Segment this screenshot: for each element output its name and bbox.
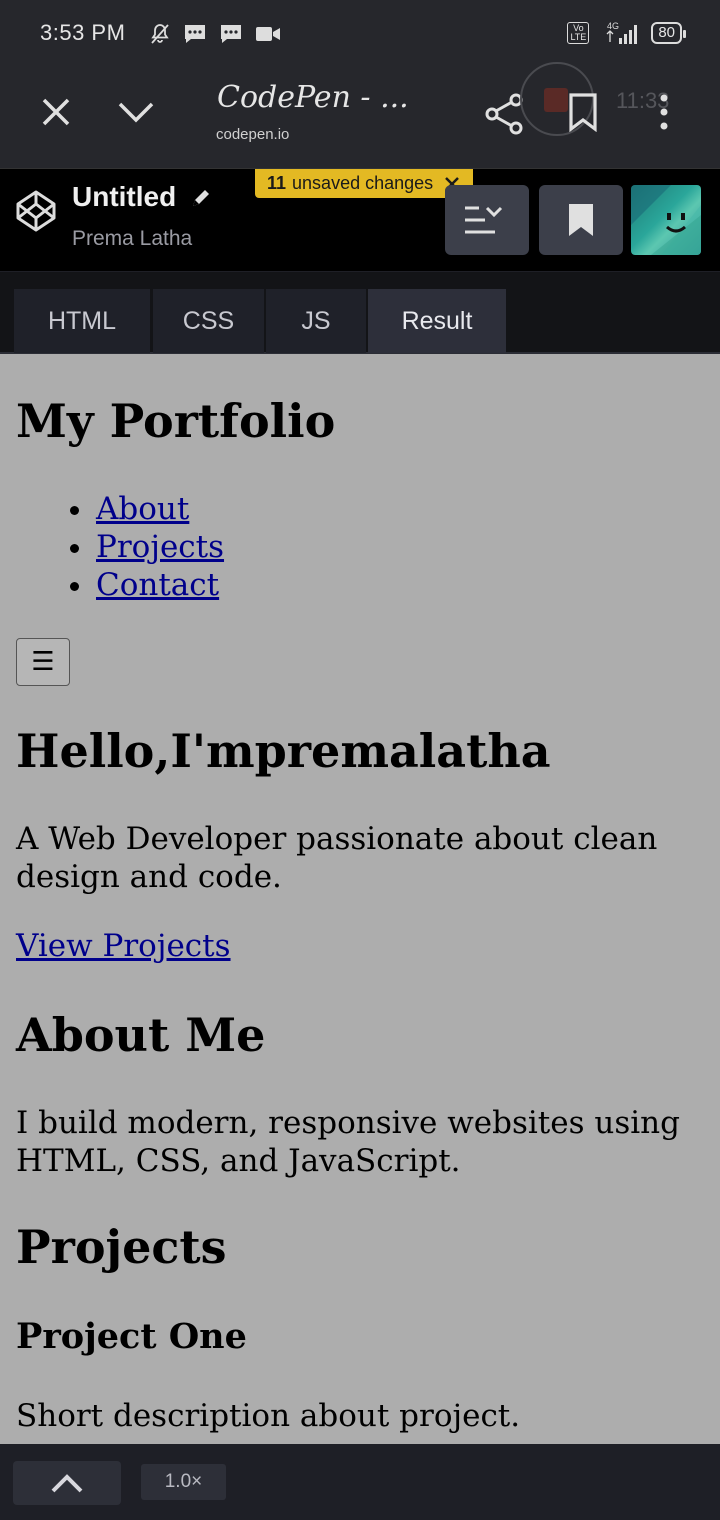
page-domain: codepen.io	[216, 126, 290, 143]
tab-css[interactable]: CSS	[153, 289, 264, 353]
record-stop-icon[interactable]	[544, 88, 568, 112]
tab-result[interactable]: Result	[368, 289, 506, 353]
nav-link-contact[interactable]: Contact	[96, 567, 219, 603]
project-one-title: Project One	[16, 1316, 247, 1357]
nav-item: Contact	[69, 566, 224, 604]
editor-tabs: HTML CSS JS Result	[0, 272, 720, 354]
codepen-header: Untitled Prema Latha 11 unsaved changes	[0, 168, 720, 271]
more-vertical-icon[interactable]	[652, 92, 676, 132]
hamburger-menu-button[interactable]: ☰	[16, 638, 70, 686]
bell-muted-icon	[151, 24, 169, 44]
browser-toolbar: CodePen - ... codepen.io 11:33	[0, 62, 720, 168]
unsaved-label: unsaved changes	[292, 173, 434, 193]
change-view-button[interactable]	[445, 185, 529, 255]
project-one-description: Short description about project.	[16, 1398, 521, 1434]
signal-icon: 4G	[606, 21, 638, 44]
tab-html[interactable]: HTML	[14, 289, 150, 353]
unsaved-count: 11	[267, 173, 287, 193]
video-camera-icon	[256, 27, 280, 41]
message-icon	[185, 25, 205, 43]
close-icon[interactable]	[36, 92, 76, 132]
save-button[interactable]	[539, 185, 623, 255]
nav-link-projects[interactable]: Projects	[96, 529, 224, 565]
zoom-level-button[interactable]: 1.0×	[141, 1464, 226, 1500]
codepen-logo-icon[interactable]	[14, 189, 58, 233]
layout-icon	[465, 206, 503, 234]
bookmark-icon	[569, 204, 593, 236]
chevron-up-icon	[51, 1474, 83, 1493]
about-heading: About Me	[16, 1008, 266, 1062]
chevron-down-icon[interactable]	[114, 92, 158, 132]
pen-title[interactable]: Untitled	[72, 181, 176, 213]
message-icon	[221, 25, 241, 43]
status-bar: 3:53 PM Vo LTE 4G 80	[0, 0, 720, 70]
site-nav: About Projects Contact	[69, 490, 224, 604]
hero-text: A Web Developer passionate about clean d…	[16, 821, 658, 895]
hero-heading: Hello,I'mpremalatha	[16, 724, 551, 778]
pen-author[interactable]: Prema Latha	[72, 227, 192, 251]
system-icons: Vo LTE 4G 80	[567, 20, 686, 46]
projects-heading: Projects	[16, 1220, 227, 1274]
bookmark-icon[interactable]	[566, 92, 600, 132]
svg-text:4G: 4G	[607, 21, 619, 31]
share-icon[interactable]	[484, 92, 524, 136]
page-title: CodePen - ...	[217, 80, 409, 115]
about-text: I build modern, responsive websites usin…	[16, 1105, 680, 1179]
nav-link-about[interactable]: About	[96, 491, 189, 527]
status-time: 3:53 PM	[40, 20, 126, 45]
site-title: My Portfolio	[16, 394, 336, 448]
notification-icons	[148, 22, 282, 46]
tab-js[interactable]: JS	[266, 289, 366, 353]
volte-icon: Vo LTE	[567, 22, 590, 44]
nav-item: Projects	[69, 528, 224, 566]
bottom-toolbar: 1.0×	[0, 1444, 720, 1520]
pencil-icon[interactable]	[190, 187, 212, 209]
nav-item: About	[69, 490, 224, 528]
result-preview: My Portfolio About Projects Contact ☰ He…	[0, 354, 720, 1444]
unsaved-changes-badge[interactable]: 11 unsaved changes	[255, 169, 474, 198]
battery-indicator: 80	[651, 22, 686, 44]
view-projects-link[interactable]: View Projects	[16, 928, 231, 964]
avatar[interactable]	[631, 185, 701, 255]
avatar-face-icon	[631, 185, 701, 255]
expand-console-button[interactable]	[13, 1461, 121, 1505]
